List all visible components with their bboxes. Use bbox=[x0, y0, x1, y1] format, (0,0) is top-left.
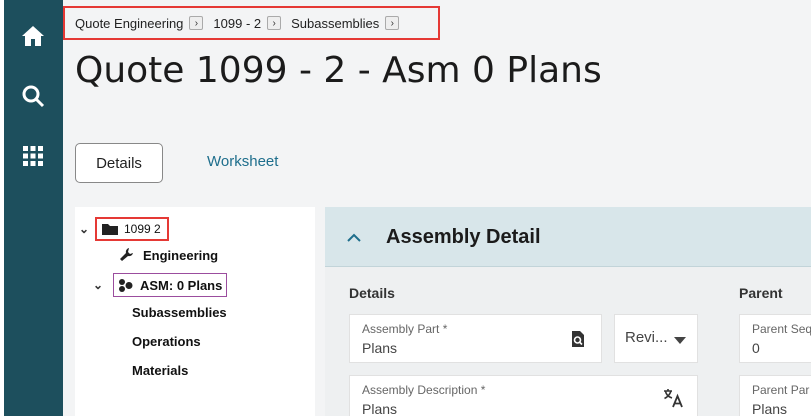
chevron-up-icon bbox=[347, 233, 361, 242]
tree-operations-label: Operations bbox=[132, 334, 201, 349]
tree-asm-label: ASM: 0 Plans bbox=[140, 277, 223, 293]
panel-header[interactable]: Assembly Detail bbox=[325, 207, 811, 267]
assembly-part-field[interactable]: Assembly Part * Plans bbox=[349, 314, 602, 363]
parent-seq-label: Parent Seq bbox=[752, 322, 811, 336]
parent-seq-field[interactable]: Parent Seq 0 bbox=[739, 314, 811, 363]
chevron-right-icon[interactable]: › bbox=[385, 16, 400, 30]
assembly-part-value: Plans bbox=[362, 340, 398, 356]
apps-grid-icon[interactable] bbox=[18, 141, 48, 171]
chevron-down-icon[interactable]: ⌄ bbox=[79, 222, 93, 236]
revision-value: Revi... bbox=[625, 329, 668, 346]
left-nav bbox=[0, 0, 63, 416]
tree-item-root[interactable]: ⌄ 1099 2 bbox=[79, 217, 169, 241]
tree-materials-label: Materials bbox=[132, 363, 189, 378]
assembly-icon bbox=[119, 279, 133, 292]
tab-worksheet[interactable]: Worksheet bbox=[207, 153, 278, 170]
tree-item-asm[interactable]: ⌄ ASM: 0 Plans bbox=[93, 273, 228, 297]
page-title: Quote 1099 - 2 - Asm 0 Plans bbox=[75, 50, 602, 91]
parent-part-field[interactable]: Parent Par Plans bbox=[739, 375, 811, 416]
tree-item-operations[interactable]: Operations bbox=[132, 334, 201, 349]
parent-seq-value: 0 bbox=[752, 340, 760, 356]
wrench-icon bbox=[120, 248, 133, 261]
breadcrumb-quote-engineering[interactable]: Quote Engineering › bbox=[75, 15, 204, 31]
part-search-icon[interactable] bbox=[569, 330, 587, 348]
parent-section-label: Parent bbox=[739, 285, 783, 301]
details-section-label: Details bbox=[349, 285, 395, 301]
breadcrumb-quote-number[interactable]: 1099 - 2 › bbox=[213, 15, 282, 31]
panel-title: Assembly Detail bbox=[386, 226, 541, 248]
assembly-description-value: Plans bbox=[362, 401, 398, 416]
breadcrumb-label: 1099 - 2 bbox=[213, 15, 262, 31]
assembly-description-label: Assembly Description * bbox=[362, 383, 486, 397]
chevron-right-icon[interactable]: › bbox=[267, 16, 282, 30]
tree-subassemblies-label: Subassemblies bbox=[132, 305, 227, 320]
breadcrumb: Quote Engineering › 1099 - 2 › Subassemb… bbox=[63, 6, 440, 40]
parent-part-value: Plans bbox=[752, 401, 788, 416]
tab-details[interactable]: Details bbox=[75, 143, 163, 183]
translate-icon[interactable] bbox=[663, 388, 685, 408]
parent-part-label: Parent Par bbox=[752, 383, 810, 397]
home-icon[interactable] bbox=[18, 21, 48, 51]
tree-engineering-label: Engineering bbox=[143, 247, 219, 263]
chevron-down-icon[interactable]: ⌄ bbox=[93, 278, 107, 292]
folder-icon bbox=[102, 224, 118, 235]
chevron-right-icon[interactable]: › bbox=[189, 16, 204, 30]
breadcrumb-label: Quote Engineering bbox=[75, 15, 184, 31]
breadcrumb-subassemblies[interactable]: Subassemblies › bbox=[291, 15, 400, 31]
assembly-detail-panel: Assembly Detail Details Parent Assembly … bbox=[325, 207, 811, 416]
assembly-part-label: Assembly Part * bbox=[362, 322, 448, 336]
search-icon[interactable] bbox=[18, 81, 48, 111]
tree-item-materials[interactable]: Materials bbox=[132, 363, 188, 378]
tree-root-label: 1099 2 bbox=[124, 222, 161, 236]
caret-down-icon[interactable] bbox=[674, 337, 686, 345]
breadcrumb-label: Subassemblies bbox=[291, 15, 380, 31]
assembly-tree: ⌄ 1099 2 Engineering ⌄ ASM: 0 Plans Suba… bbox=[75, 207, 315, 416]
assembly-description-field[interactable]: Assembly Description * Plans bbox=[349, 375, 698, 416]
tree-item-engineering[interactable]: Engineering bbox=[119, 247, 218, 263]
revision-dropdown[interactable]: Revi... bbox=[614, 314, 698, 363]
tree-asm-node[interactable]: ASM: 0 Plans bbox=[113, 273, 228, 297]
tree-root-node[interactable]: 1099 2 bbox=[95, 217, 169, 241]
left-nav-panel bbox=[4, 0, 63, 416]
tree-item-subassemblies[interactable]: Subassemblies bbox=[132, 305, 227, 320]
